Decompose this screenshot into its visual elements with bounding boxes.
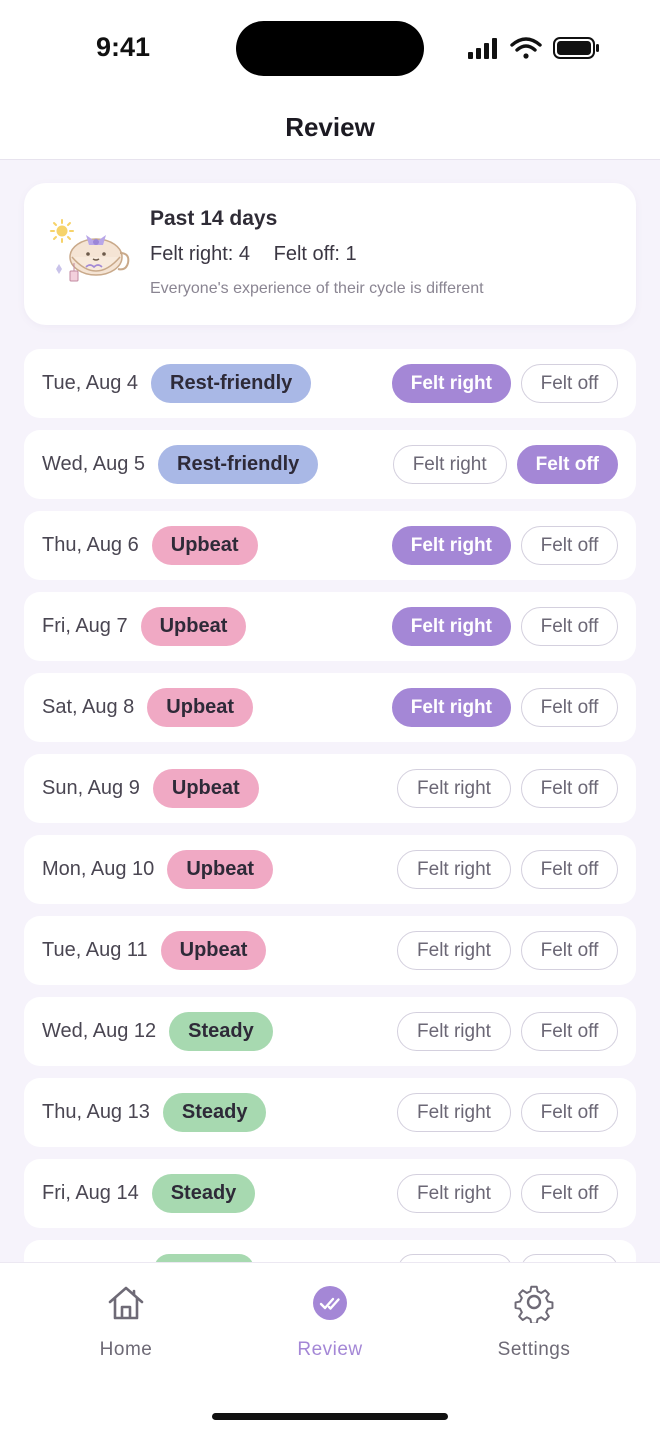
list-item: Sun, Aug 9 Upbeat Felt right Felt off [24,754,636,823]
felt-off-button[interactable]: Felt off [521,931,618,970]
day-date: Thu, Aug 13 [42,1101,150,1123]
day-date: Tue, Aug 4 [42,372,138,394]
felt-right-button[interactable]: Felt right [397,1012,511,1051]
day-date: Wed, Aug 12 [42,1020,157,1042]
felt-right-button[interactable]: Felt right [397,850,511,889]
list-item: Sat, Aug 8 Upbeat Felt right Felt off [24,673,636,742]
felt-right-button[interactable]: Felt right [391,688,511,727]
phase-tag: Upbeat [151,526,258,565]
felt-off-button[interactable]: Felt off [521,688,618,727]
felt-right-button[interactable]: Felt right [397,1093,511,1132]
status-icons [468,37,599,59]
day-date: Sat, Aug 8 [42,696,135,718]
felt-off-button[interactable]: Felt off [521,1174,618,1213]
list-item: Fri, Aug 14 Steady Felt right Felt off [24,1159,636,1228]
list-item: Tue, Aug 11 Upbeat Felt right Felt off [24,916,636,985]
tab-review[interactable]: Review [250,1283,410,1361]
review-check-icon [313,1286,347,1320]
gear-icon [514,1285,554,1323]
day-date: Wed, Aug 5 [42,453,146,475]
day-date: Thu, Aug 6 [42,534,139,556]
felt-right-button[interactable]: Felt right [391,364,511,403]
phase-tag: Upbeat [160,931,267,970]
summary-title: Past 14 days [150,207,278,230]
tab-bar: Home Review Settings [0,1262,660,1434]
felt-off-button[interactable]: Felt off [521,526,618,565]
felt-off-button[interactable]: Felt off [521,1012,618,1051]
tab-home[interactable]: Home [46,1283,206,1361]
felt-right-button[interactable]: Felt right [397,931,511,970]
teacup-mascot-icon [50,219,130,282]
tab-settings[interactable]: Settings [454,1283,614,1361]
phase-tag: Steady [169,1012,273,1051]
phase-tag: Rest-friendly [151,364,312,403]
felt-off-count: Felt off: 1 [273,243,357,265]
felt-right-button[interactable]: Felt right [391,526,511,565]
signal-icon [468,38,497,59]
status-bar: 9:41 [0,0,660,96]
list-item: Thu, Aug 6 Upbeat Felt right Felt off [24,511,636,580]
phase-tag: Steady [151,1174,256,1213]
felt-off-button[interactable]: Felt off [516,445,618,484]
felt-off-button[interactable]: Felt off [521,607,618,646]
tab-home-label: Home [99,1339,153,1360]
list-item: Wed, Aug 5 Rest-friendly Felt right Felt… [24,430,636,499]
battery-icon [553,37,599,59]
list-item: Tue, Aug 4 Rest-friendly Felt right Felt… [24,349,636,418]
list-item: Thu, Aug 13 Steady Felt right Felt off [24,1078,636,1147]
phase-tag: Upbeat [147,688,254,727]
summary-stats: Felt right: 4 Felt off: 1 [150,243,357,266]
page-title: Review [285,112,375,142]
summary-note: Everyone's experience of their cycle is … [150,280,484,297]
felt-off-button[interactable]: Felt off [521,364,618,403]
nav-header: Review [0,96,660,160]
home-indicator[interactable] [212,1413,448,1420]
day-list: Tue, Aug 4 Rest-friendly Felt right Felt… [24,349,636,1292]
phase-tag: Upbeat [140,607,247,646]
felt-right-count: Felt right: 4 [150,243,251,265]
day-date: Fri, Aug 7 [42,615,128,637]
sun-icon [50,219,74,243]
list-item: Wed, Aug 12 Steady Felt right Felt off [24,997,636,1066]
tab-review-label: Review [297,1339,363,1360]
phase-tag: Rest-friendly [158,445,319,484]
phase-tag: Upbeat [167,850,274,889]
felt-right-button[interactable]: Felt right [397,769,511,808]
phase-tag: Steady [162,1093,267,1132]
felt-off-button[interactable]: Felt off [521,1093,618,1132]
wifi-icon [510,37,542,59]
felt-off-button[interactable]: Felt off [521,769,618,808]
day-date: Fri, Aug 14 [42,1182,139,1204]
felt-right-button[interactable]: Felt right [392,445,507,484]
felt-off-button[interactable]: Felt off [521,850,618,889]
tab-settings-label: Settings [497,1339,571,1360]
home-icon [108,1286,144,1320]
phase-tag: Upbeat [152,769,259,808]
felt-right-button[interactable]: Felt right [391,607,511,646]
day-date: Sun, Aug 9 [42,777,140,799]
dynamic-island [236,21,424,76]
list-item: Fri, Aug 7 Upbeat Felt right Felt off [24,592,636,661]
summary-card: Past 14 days Felt right: 4 Felt off: 1 E… [24,183,636,325]
felt-right-button[interactable]: Felt right [397,1174,511,1213]
status-time: 9:41 [96,32,151,62]
day-date: Mon, Aug 10 [42,858,155,880]
day-date: Tue, Aug 11 [42,939,148,961]
list-item: Mon, Aug 10 Upbeat Felt right Felt off [24,835,636,904]
